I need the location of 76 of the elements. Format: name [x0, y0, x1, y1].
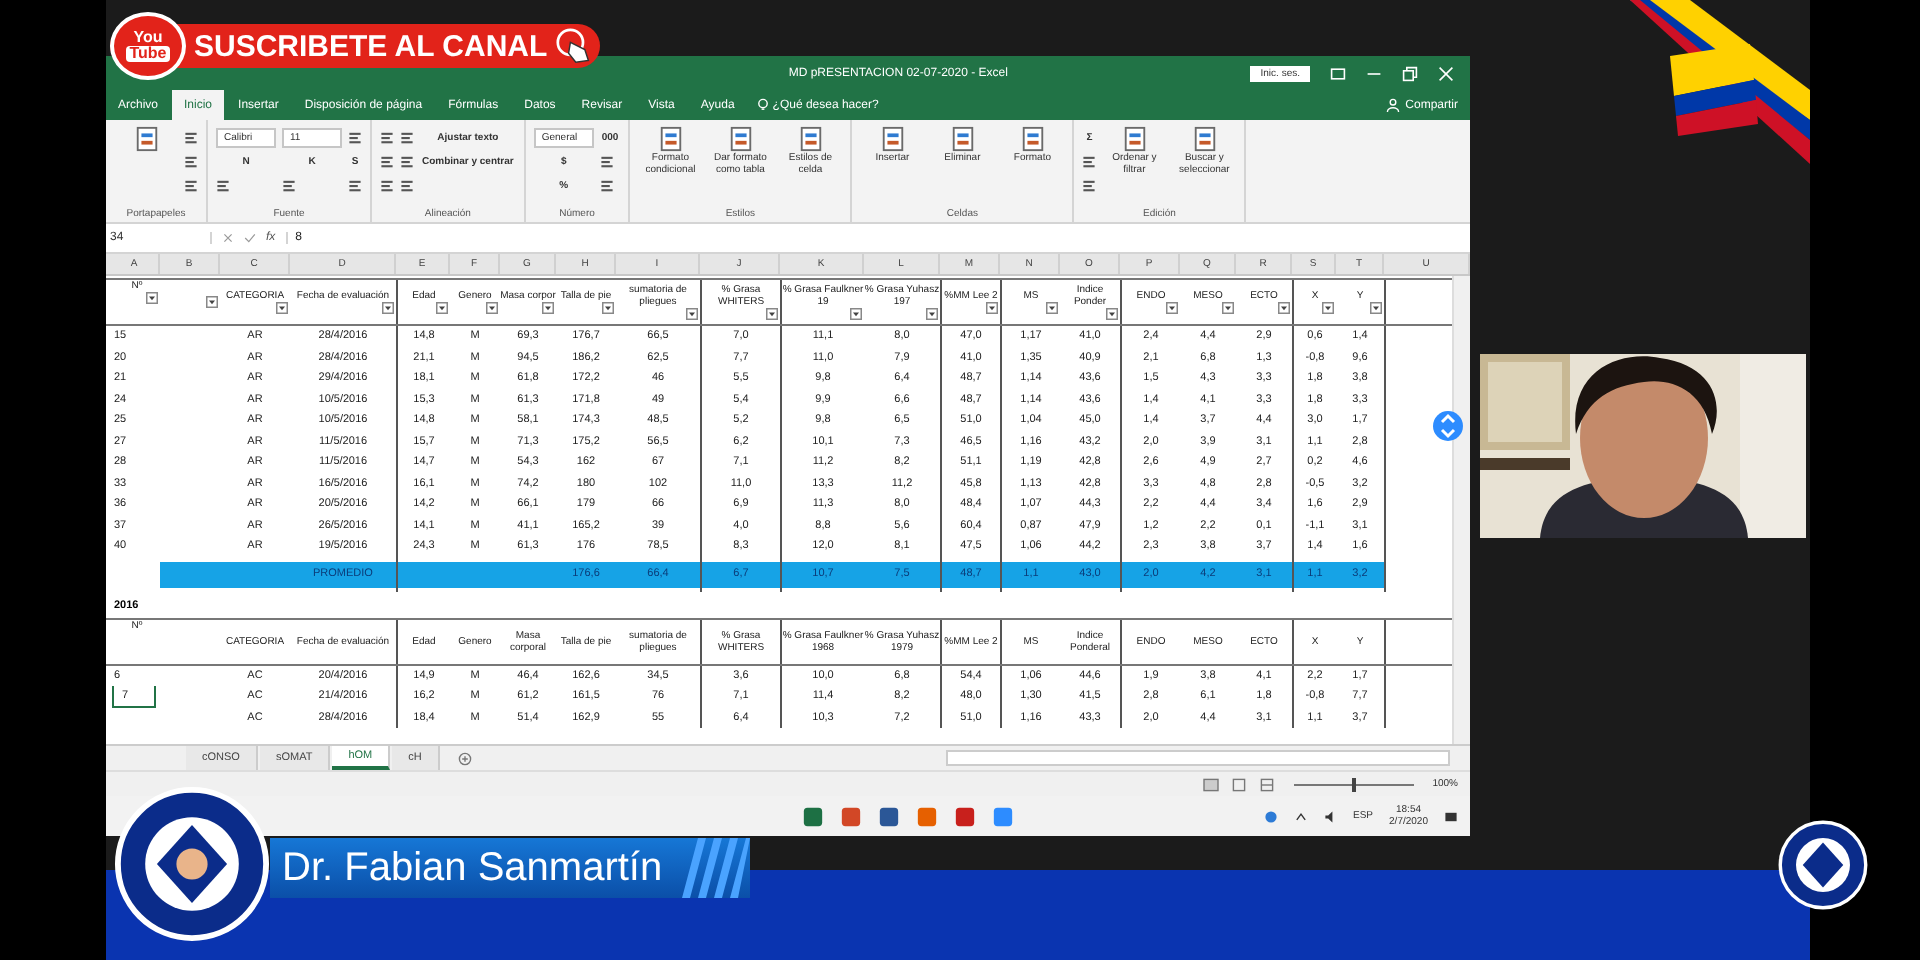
- document-icon: [1191, 126, 1218, 152]
- lightbulb-icon: [756, 98, 771, 112]
- app-icon[interactable]: [992, 805, 1014, 827]
- filter-dropdown-icon[interactable]: [1222, 302, 1234, 314]
- toolbar-icon[interactable]: [282, 178, 296, 192]
- app-icon[interactable]: [802, 805, 824, 827]
- page-break-icon[interactable]: [1258, 777, 1277, 791]
- filter-dropdown-icon[interactable]: [276, 302, 288, 314]
- toolbar-icon[interactable]: [1082, 154, 1097, 168]
- zoom-slider[interactable]: [1352, 777, 1357, 791]
- filter-dropdown-icon[interactable]: [486, 302, 498, 314]
- toolbar-icon[interactable]: [400, 130, 414, 144]
- filter-dropdown-icon[interactable]: [436, 302, 448, 314]
- vertical-scrollbar[interactable]: [1452, 276, 1470, 744]
- arrows-icon[interactable]: [1432, 410, 1464, 442]
- filter-dropdown-icon[interactable]: [766, 308, 778, 320]
- page-layout-icon[interactable]: [1230, 777, 1249, 791]
- add-sheet-icon[interactable]: [457, 751, 472, 765]
- document-icon: [133, 126, 159, 152]
- toolbar-icon[interactable]: [1082, 178, 1097, 192]
- filter-dropdown-icon[interactable]: [602, 302, 614, 314]
- ribbon-display-icon[interactable]: [1330, 65, 1346, 81]
- toolbar-icon[interactable]: [184, 154, 198, 168]
- toolbar-icon[interactable]: [184, 130, 198, 144]
- hand-cursor-icon: [555, 28, 592, 64]
- toolbar-icon[interactable]: [348, 178, 362, 192]
- filter-dropdown-icon[interactable]: [986, 302, 998, 314]
- normal-view-icon[interactable]: [1202, 777, 1221, 791]
- restore-icon[interactable]: [1402, 65, 1418, 81]
- emblem-icon: [114, 786, 270, 942]
- chevron-up-icon[interactable]: [1293, 809, 1308, 823]
- toolbar-icon[interactable]: [380, 130, 394, 144]
- filter-dropdown-icon[interactable]: [542, 302, 554, 314]
- help-icon[interactable]: [1263, 809, 1278, 823]
- toolbar-icon[interactable]: [216, 178, 230, 192]
- toolbar-icon[interactable]: [599, 178, 614, 192]
- close-icon[interactable]: [1438, 65, 1454, 81]
- toolbar-icon[interactable]: [348, 130, 362, 144]
- toolbar-icon[interactable]: [599, 154, 614, 168]
- app-icon[interactable]: [840, 805, 862, 827]
- app-icon[interactable]: [954, 805, 976, 827]
- toolbar-icon[interactable]: [380, 154, 394, 168]
- subscribe-text: SUSCRIBETE AL CANAL: [194, 29, 548, 63]
- speaker-icon[interactable]: [1323, 809, 1338, 823]
- app-icon[interactable]: [916, 805, 938, 827]
- filter-dropdown-icon[interactable]: [1278, 302, 1290, 314]
- toolbar-icon[interactable]: [400, 178, 414, 192]
- toolbar-icon[interactable]: [400, 154, 414, 168]
- filter-dropdown-icon[interactable]: [1046, 302, 1058, 314]
- document-icon: [657, 126, 684, 152]
- presenter-name: Dr. Fabian Sanmartín: [282, 845, 663, 891]
- filter-dropdown-icon[interactable]: [1166, 302, 1178, 314]
- person-icon: [1385, 98, 1400, 112]
- filter-dropdown-icon[interactable]: [382, 302, 394, 314]
- document-icon: [879, 126, 906, 152]
- toolbar-icon[interactable]: [184, 178, 198, 192]
- toolbar-icon[interactable]: [380, 178, 394, 192]
- emblem-icon: [1778, 820, 1868, 910]
- filter-dropdown-icon[interactable]: [1322, 302, 1334, 314]
- filter-dropdown-icon[interactable]: [146, 292, 158, 304]
- document-icon: [727, 126, 754, 152]
- document-icon: [949, 126, 976, 152]
- document-icon: [1121, 126, 1148, 152]
- filter-dropdown-icon[interactable]: [686, 308, 698, 320]
- app-icon[interactable]: [878, 805, 900, 827]
- check-icon[interactable]: [244, 232, 256, 244]
- cancel-icon[interactable]: [222, 232, 234, 244]
- horizontal-scrollbar[interactable]: [946, 750, 1450, 766]
- filter-dropdown-icon[interactable]: [926, 308, 938, 320]
- filter-dropdown-icon[interactable]: [1370, 302, 1382, 314]
- filter-dropdown-icon[interactable]: [1106, 308, 1118, 320]
- notification-icon[interactable]: [1444, 809, 1458, 823]
- document-icon: [797, 126, 824, 152]
- document-icon: [1019, 126, 1046, 152]
- filter-dropdown-icon[interactable]: [206, 296, 218, 308]
- filter-dropdown-icon[interactable]: [850, 308, 862, 320]
